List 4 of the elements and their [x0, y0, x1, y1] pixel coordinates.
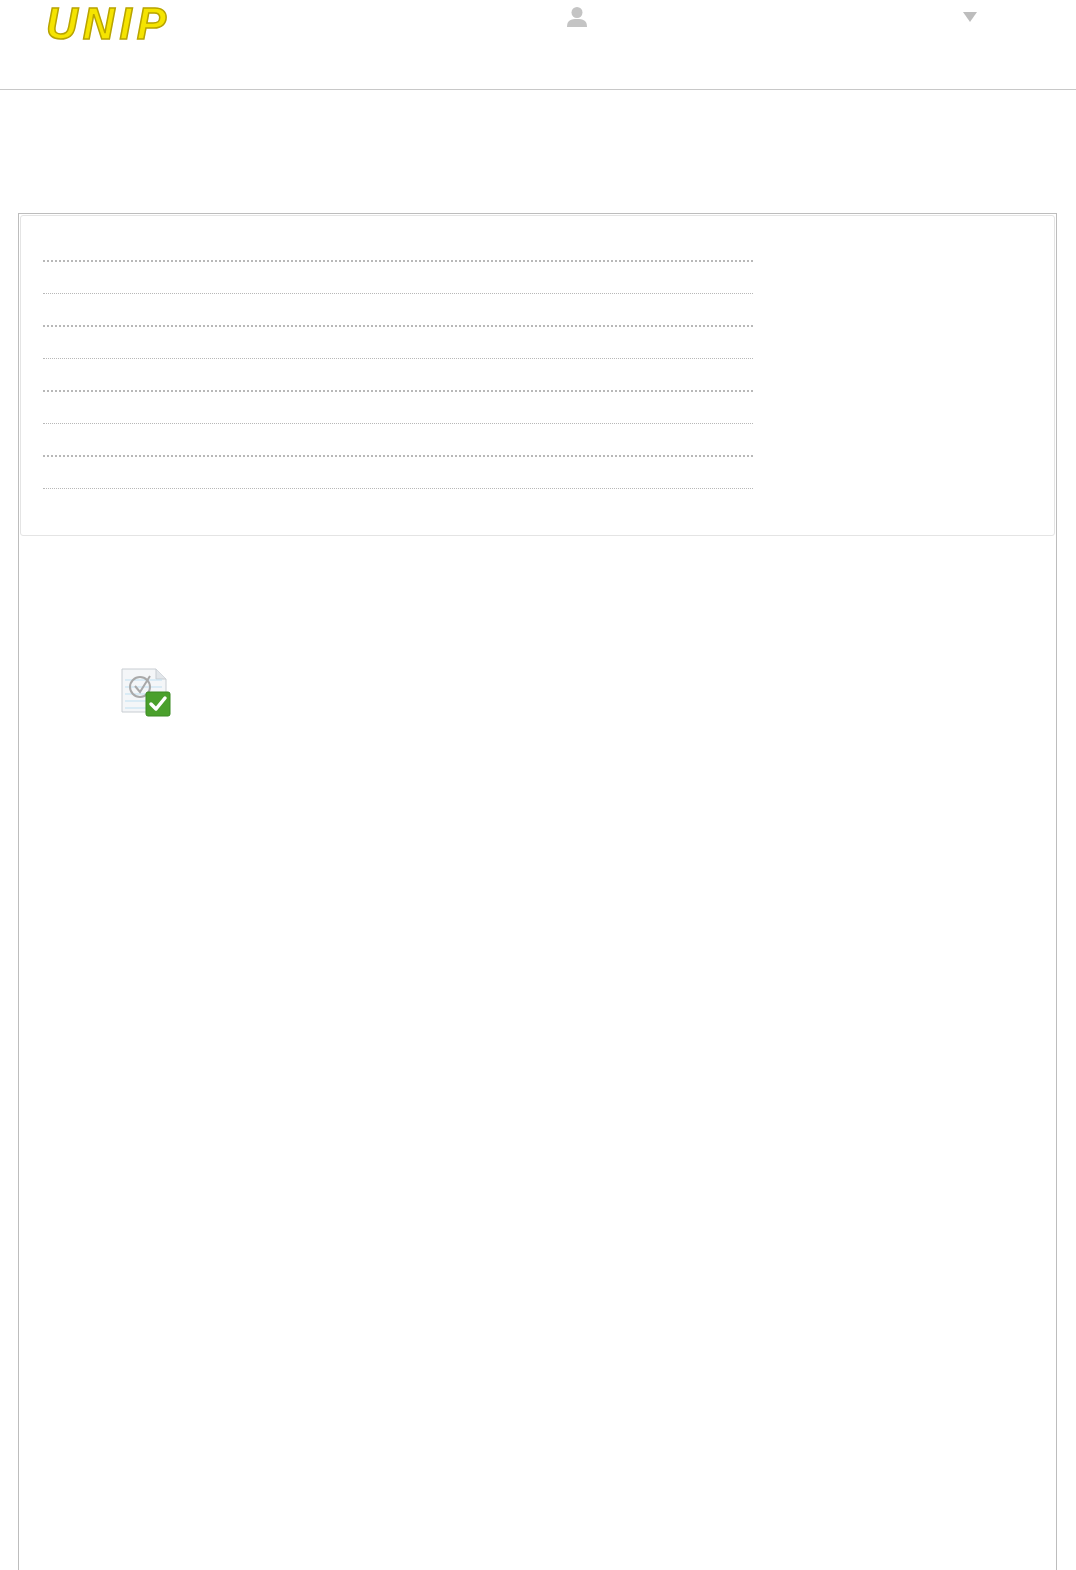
user-icon[interactable]: [566, 6, 588, 28]
logo[interactable]: UNIP: [46, 2, 172, 46]
caret-icon[interactable]: [963, 12, 977, 22]
document-check-icon: [120, 666, 172, 718]
